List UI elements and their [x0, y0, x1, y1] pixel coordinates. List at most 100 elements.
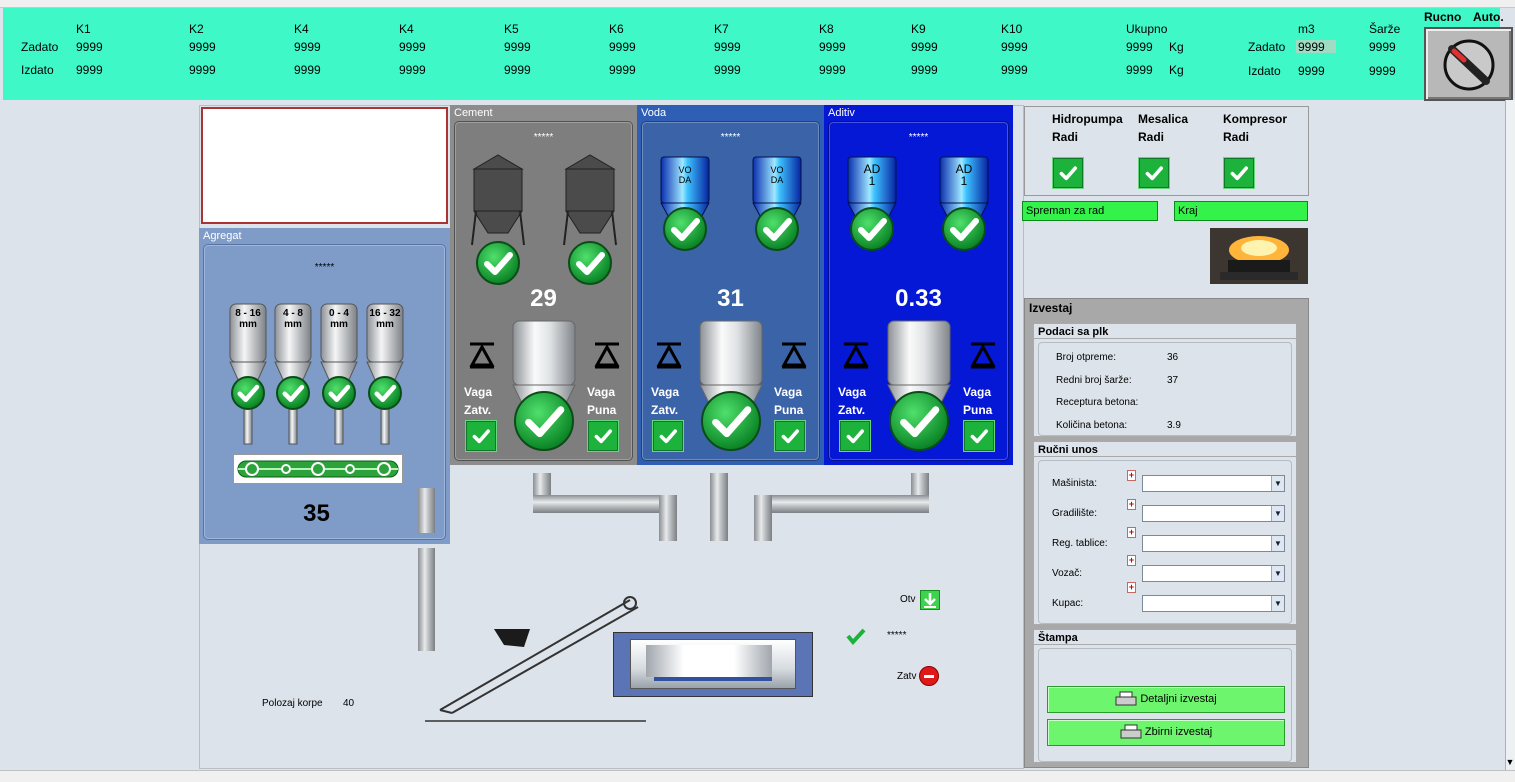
m3-done-label: Izdato [1248, 64, 1281, 78]
chevron-down-icon: ▼ [1271, 596, 1284, 611]
col-header: K1 [76, 22, 91, 36]
voda-vaga-full-checkbox[interactable] [774, 420, 806, 452]
col-done-value: 9999 [189, 63, 216, 77]
summary-report-button[interactable]: Zbirni izvestaj [1047, 719, 1285, 746]
aditiv-silo: AD 1 [936, 151, 992, 281]
chevron-down-icon: ▼ [1271, 506, 1284, 521]
add-entry-icon[interactable]: + [1127, 527, 1136, 538]
scroll-down-icon[interactable]: ▼ [1505, 757, 1515, 770]
manual-field-dropdown[interactable]: ▼ [1142, 475, 1285, 492]
agregat-panel: Agregat ***** 8 - 16 mm 4 - 8 mm 0 - 4 mm 1… [199, 228, 450, 544]
aditiv-vaga-left-label: Zatv. [838, 403, 866, 417]
cement-hopper-ok-icon[interactable] [514, 391, 574, 451]
agregat-bin-label: 8 - 16 [235, 308, 261, 319]
manual-field-dropdown[interactable]: ▼ [1142, 505, 1285, 522]
agregat-bin-ok-icon[interactable] [368, 376, 402, 410]
aditiv-panel: Aditiv ***** AD 1 AD 1 0.33 Vaga Zatv. Vaga Pun… [824, 105, 1013, 465]
manual-title: Ručni unos [1038, 444, 1098, 456]
mixer-close-button[interactable] [919, 666, 939, 686]
row-label-set: Zadato [21, 40, 59, 54]
equipment-running-checkbox[interactable] [1138, 157, 1170, 189]
agregat-title: Agregat [203, 230, 242, 242]
basket-position-value: 40 [343, 698, 355, 709]
agregat-bin-label: 0 - 4 [328, 308, 349, 319]
add-entry-icon[interactable]: + [1127, 582, 1136, 593]
agregat-bin: 0 - 4 mm [319, 302, 359, 448]
cement-silo-ok-icon[interactable] [568, 241, 612, 285]
voda-pipe [710, 473, 728, 541]
equipment-name: Mesalica [1138, 112, 1189, 126]
add-entry-icon[interactable]: + [1127, 470, 1136, 481]
agregat-bin-ok-icon[interactable] [322, 376, 356, 410]
plc-row-label: Redni broj šarže: [1056, 374, 1132, 386]
col-done-value: 9999 [714, 63, 741, 77]
chevron-down-icon: ▼ [1271, 566, 1284, 581]
col-set-value: 9999 [819, 40, 846, 54]
equipment-running-checkbox[interactable] [1052, 157, 1084, 189]
cement-silo-ok-icon[interactable] [476, 241, 520, 285]
voda-vaga-left-label: Vaga [651, 385, 680, 399]
printer-icon [1120, 724, 1142, 739]
plc-row-value: 3.9 [1167, 419, 1181, 431]
cement-vaga-right-label: Puna [587, 403, 617, 417]
manual-field-dropdown[interactable]: ▼ [1142, 565, 1285, 582]
aditiv-silo: AD 1 [844, 151, 900, 281]
col-header: K4 [399, 22, 414, 36]
agregat-bin-ok-icon[interactable] [231, 376, 265, 410]
voda-silo-ok-icon[interactable] [663, 207, 707, 251]
end-indicator: Kraj [1174, 201, 1308, 221]
col-header: K4 [294, 22, 309, 36]
mode-switch[interactable] [1424, 27, 1513, 101]
total-done: 9999 [1126, 63, 1153, 77]
voda-hopper-ok-icon[interactable] [701, 391, 761, 451]
agregat-bin-label: mm [284, 319, 302, 330]
voda-vaga-closed-checkbox[interactable] [652, 420, 684, 452]
plc-row-label: Receptura betona: [1056, 397, 1139, 408]
row-label-done: Izdato [21, 63, 54, 77]
batches-done: 9999 [1369, 64, 1396, 78]
cement-vaga-closed-checkbox[interactable] [465, 420, 497, 452]
agregat-bin-label: 4 - 8 [282, 308, 303, 319]
mode-manual-label: Rucno [1424, 10, 1462, 24]
mode-auto-label: Auto. [1473, 10, 1504, 24]
manual-field-dropdown[interactable]: ▼ [1142, 595, 1285, 612]
aditiv-vaga-right-label: Puna [963, 403, 993, 417]
voda-vaga-right-label: Vaga [774, 385, 803, 399]
cement-vaga-full-checkbox[interactable] [587, 420, 619, 452]
beacon-icon [1210, 228, 1308, 284]
agregat-bin: 4 - 8 mm [273, 302, 313, 448]
cement-value: 29 [530, 285, 557, 312]
vertical-scrollbar[interactable] [1505, 100, 1515, 770]
agregat-stars: ***** [314, 262, 335, 273]
col-header: K8 [819, 22, 834, 36]
add-entry-icon[interactable]: + [1127, 555, 1136, 566]
aditiv-hopper-ok-icon[interactable] [889, 391, 949, 451]
col-set-value: 9999 [76, 40, 103, 54]
voda-silo: VO DA [657, 151, 713, 281]
manual-field-dropdown[interactable]: ▼ [1142, 535, 1285, 552]
equipment-running-checkbox[interactable] [1223, 157, 1255, 189]
scale-icon [593, 341, 621, 369]
agregat-bin-label: mm [376, 319, 394, 330]
col-header: K5 [504, 22, 519, 36]
aditiv-stars: ***** [908, 132, 929, 143]
col-done-value: 9999 [819, 63, 846, 77]
plc-row-label: Broj otpreme: [1056, 352, 1117, 363]
horizontal-scrollbar[interactable] [0, 770, 1515, 782]
aditiv-title: Aditiv [828, 107, 855, 119]
aditiv-silo-ok-icon[interactable] [850, 207, 894, 251]
aditiv-vaga-full-checkbox[interactable] [963, 420, 995, 452]
detail-report-button[interactable]: Detaljni izvestaj [1047, 686, 1285, 713]
agregat-bin-ok-icon[interactable] [276, 376, 310, 410]
equipment-state: Radi [1223, 130, 1250, 144]
voda-silo-ok-icon[interactable] [755, 207, 799, 251]
aditiv-vaga-left-label: Vaga [838, 385, 867, 399]
equipment-state: Radi [1052, 130, 1079, 144]
aditiv-vaga-closed-checkbox[interactable] [839, 420, 871, 452]
aditiv-silo-ok-icon[interactable] [942, 207, 986, 251]
mixer-open-button[interactable] [920, 590, 940, 610]
plc-row-value: 36 [1167, 352, 1179, 363]
cement-stars: ***** [533, 132, 554, 143]
cement-weigh-hopper [511, 317, 577, 457]
add-entry-icon[interactable]: + [1127, 499, 1136, 510]
